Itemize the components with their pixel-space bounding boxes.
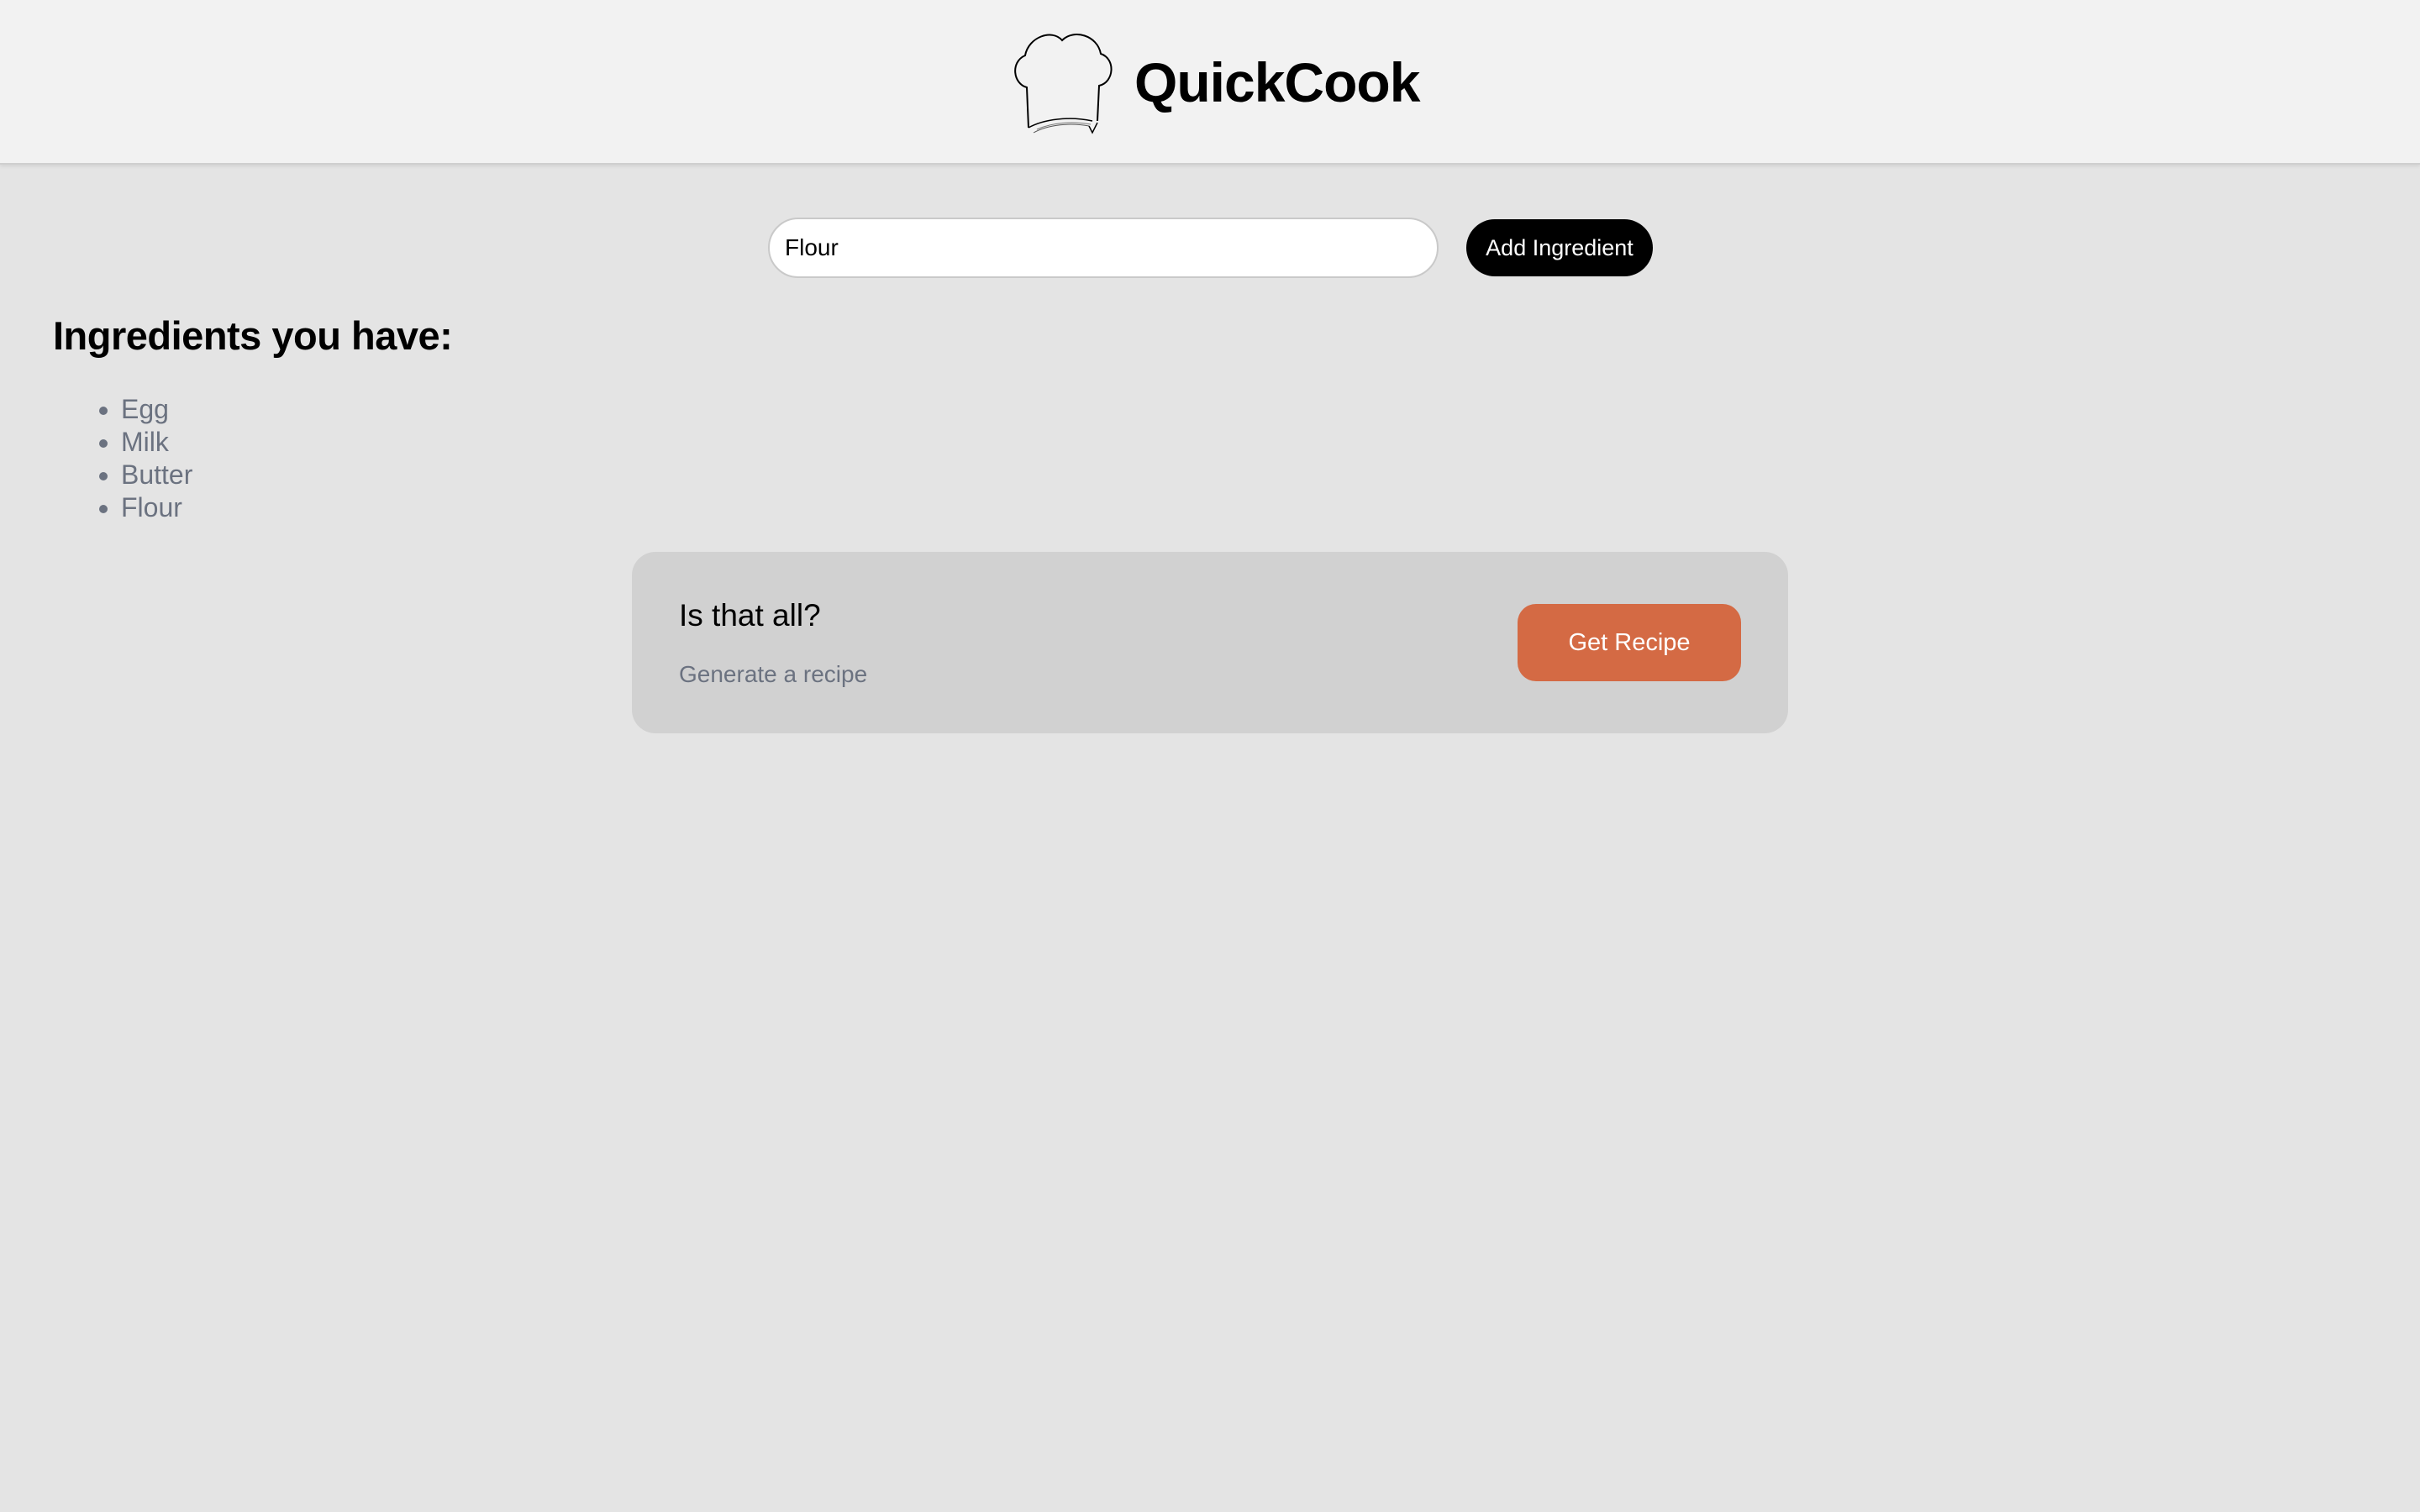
card-subtitle: Generate a recipe bbox=[679, 661, 868, 687]
ingredient-item: Milk bbox=[121, 426, 192, 459]
add-ingredient-button[interactable]: Add Ingredient bbox=[1466, 219, 1653, 276]
ingredients-heading: Ingredients you have: bbox=[53, 313, 453, 358]
ingredient-item: Butter bbox=[121, 459, 192, 491]
get-recipe-button[interactable]: Get Recipe bbox=[1518, 604, 1741, 681]
ingredient-list: Egg Milk Butter Flour bbox=[53, 393, 192, 524]
ingredient-item: Flour bbox=[121, 491, 192, 524]
card-title: Is that all? bbox=[679, 598, 821, 633]
chef-hat-icon bbox=[1014, 34, 1113, 134]
ingredient-input[interactable] bbox=[768, 218, 1439, 278]
app-title: QuickCook bbox=[1134, 51, 1420, 113]
ingredient-item: Egg bbox=[121, 393, 192, 426]
app-header: QuickCook bbox=[0, 0, 2420, 165]
recipe-prompt-card: Is that all? Generate a recipe Get Recip… bbox=[632, 552, 1788, 733]
